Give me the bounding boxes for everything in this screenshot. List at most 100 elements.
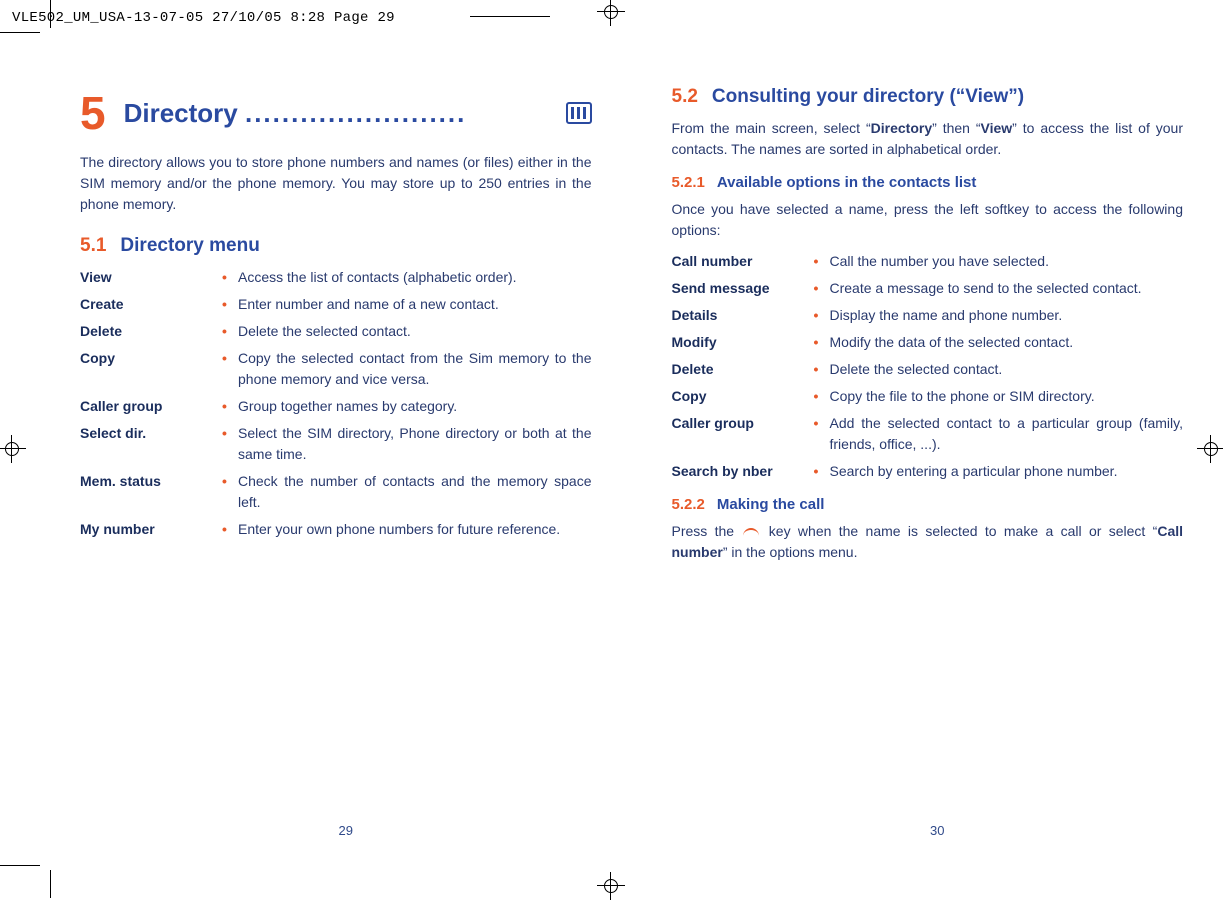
prepress-slug: VLE502_UM_USA-13-07-05 27/10/05 8:28 Pag… [12, 10, 395, 26]
description: Call the number you have selected. [830, 251, 1184, 272]
list-item: Search by nber•Search by entering a part… [672, 461, 1184, 482]
list-item: Modify•Modify the data of the selected c… [672, 332, 1184, 353]
description: Delete the selected contact. [238, 321, 592, 342]
list-item: My number•Enter your own phone numbers f… [80, 519, 592, 540]
description: Modify the data of the selected contact. [830, 332, 1184, 353]
bullet-icon: • [222, 396, 238, 417]
list-item: Create•Enter number and name of a new co… [80, 294, 592, 315]
section-title: Directory menu [120, 235, 259, 256]
slug-rule [470, 16, 550, 17]
chapter-title-text: Directory [124, 98, 238, 128]
term: Copy [672, 386, 814, 407]
section-5-2-paragraph: From the main screen, select “Directory”… [672, 118, 1184, 160]
term: Create [80, 294, 222, 315]
list-item: Caller group•Group together names by cat… [80, 396, 592, 417]
chapter-title: Directory ........................ [124, 98, 548, 129]
description: Enter your own phone numbers for future … [238, 519, 592, 540]
term: My number [80, 519, 222, 540]
bullet-icon: • [222, 321, 238, 342]
bullet-icon: • [222, 267, 238, 288]
subsection-title: Making the call [717, 496, 825, 513]
leader-dots: ........................ [245, 98, 466, 128]
registration-mark-right [1197, 435, 1223, 463]
registration-mark-left [0, 435, 26, 463]
description: Create a message to send to the selected… [830, 278, 1184, 299]
description: Search by entering a particular phone nu… [830, 461, 1184, 482]
list-item: Copy•Copy the selected contact from the … [80, 348, 592, 390]
term: Send message [672, 278, 814, 299]
list-item: Mem. status•Check the number of contacts… [80, 471, 592, 513]
list-item: Delete•Delete the selected contact. [80, 321, 592, 342]
description: Delete the selected contact. [830, 359, 1184, 380]
subsection-5-2-2-paragraph: Press the key when the name is selected … [672, 521, 1184, 563]
subsection-number: 5.2.2 [672, 496, 705, 513]
directory-menu-list: View•Access the list of contacts (alphab… [80, 267, 592, 540]
list-item: Select dir.•Select the SIM directory, Ph… [80, 423, 592, 465]
chapter-number: 5 [80, 90, 106, 136]
description: Group together names by category. [238, 396, 592, 417]
crop-mark [0, 32, 40, 33]
term: Select dir. [80, 423, 222, 444]
list-item: Copy•Copy the file to the phone or SIM d… [672, 386, 1184, 407]
section-number: 5.1 [80, 235, 106, 256]
page-right: 5.2Consulting your directory (“View”) Fr… [662, 70, 1194, 838]
description: Check the number of contacts and the mem… [238, 471, 592, 513]
intro-paragraph: The directory allows you to store phone … [80, 152, 592, 215]
term: Caller group [80, 396, 222, 417]
page-left: 5 Directory ........................ The… [70, 70, 602, 838]
bullet-icon: • [222, 423, 238, 444]
page-number: 30 [672, 823, 1204, 838]
bullet-icon: • [814, 305, 830, 326]
description: Copy the file to the phone or SIM direct… [830, 386, 1184, 407]
term: Mem. status [80, 471, 222, 492]
chapter-heading: 5 Directory ........................ [80, 90, 592, 136]
description: Add the selected contact to a particular… [830, 413, 1184, 455]
list-item: Delete•Delete the selected contact. [672, 359, 1184, 380]
list-item: Details•Display the name and phone numbe… [672, 305, 1184, 326]
description: Display the name and phone number. [830, 305, 1184, 326]
section-5-1-heading: 5.1 Directory menu [80, 235, 592, 257]
bullet-icon: • [814, 359, 830, 380]
bullet-icon: • [814, 461, 830, 482]
crop-mark [0, 865, 40, 866]
bullet-icon: • [222, 294, 238, 315]
subsection-5-2-1-heading: 5.2.1Available options in the contacts l… [672, 174, 1184, 191]
term: Caller group [672, 413, 814, 434]
page-spread: 5 Directory ........................ The… [70, 70, 1193, 838]
term: Call number [672, 251, 814, 272]
description: Copy the selected contact from the Sim m… [238, 348, 592, 390]
bullet-icon: • [222, 471, 238, 492]
list-item: View•Access the list of contacts (alphab… [80, 267, 592, 288]
section-title: Consulting your directory (“View”) [712, 86, 1024, 107]
bullet-icon: • [814, 251, 830, 272]
options-list: Call number•Call the number you have sel… [672, 251, 1184, 482]
term: Search by nber [672, 461, 814, 482]
subsection-5-2-2-heading: 5.2.2 Making the call [672, 496, 1184, 513]
directory-icon [566, 102, 592, 124]
bullet-icon: • [814, 278, 830, 299]
registration-mark-bottom [597, 872, 625, 900]
list-item: Send message•Create a message to send to… [672, 278, 1184, 299]
call-key-icon [743, 528, 759, 536]
description: Select the SIM directory, Phone director… [238, 423, 592, 465]
term: Delete [80, 321, 222, 342]
list-item: Caller group•Add the selected contact to… [672, 413, 1184, 455]
term: Delete [672, 359, 814, 380]
description: Enter number and name of a new contact. [238, 294, 592, 315]
list-item: Call number•Call the number you have sel… [672, 251, 1184, 272]
bullet-icon: • [222, 519, 238, 540]
crop-mark [50, 870, 51, 898]
bullet-icon: • [814, 413, 830, 434]
bullet-icon: • [814, 332, 830, 353]
term: Details [672, 305, 814, 326]
crop-mark [50, 0, 51, 28]
subsection-5-2-1-paragraph: Once you have selected a name, press the… [672, 199, 1184, 241]
description: Access the list of contacts (alphabetic … [238, 267, 592, 288]
term: View [80, 267, 222, 288]
section-5-2-heading: 5.2Consulting your directory (“View”) [672, 86, 1184, 108]
term: Copy [80, 348, 222, 369]
page-number: 29 [80, 823, 612, 838]
subsection-title: Available options in the contacts list [717, 174, 977, 191]
registration-mark-top [597, 0, 625, 26]
term: Modify [672, 332, 814, 353]
